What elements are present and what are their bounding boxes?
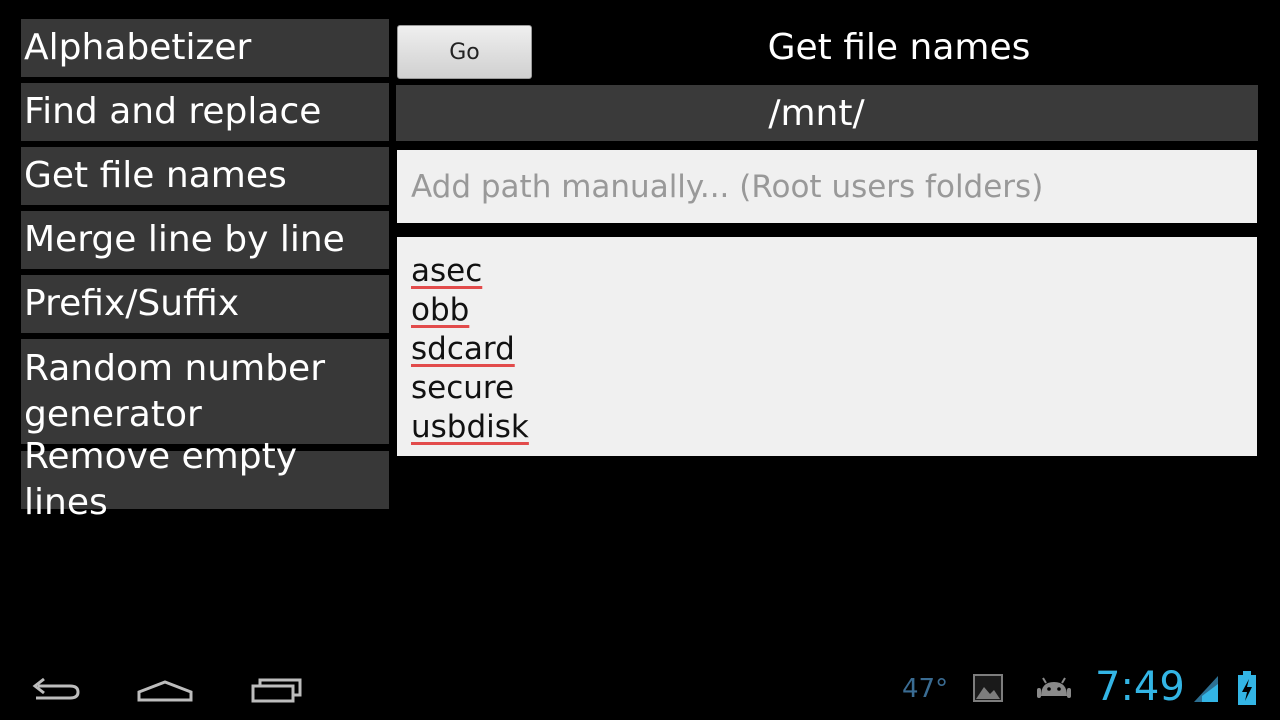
gallery-icon — [972, 672, 1004, 704]
android-icon — [1036, 674, 1072, 702]
menu-item-remove-empty-lines[interactable]: Remove empty lines — [21, 436, 389, 523]
list-item: asec — [411, 252, 482, 291]
page-title: Get file names — [767, 27, 1031, 68]
battery-charging-icon — [1236, 670, 1258, 706]
menu-item-label: Prefix/Suffix — [24, 283, 240, 324]
screen: Alphabetizer Find and replace Get file n… — [0, 0, 1280, 720]
current-path-label: /mnt/ — [768, 92, 865, 134]
menu-item-find-and-replace[interactable]: Find and replace — [21, 83, 389, 141]
menu-item-label: Alphabetizer — [24, 27, 252, 68]
menu-item-label: Remove empty lines — [24, 436, 298, 523]
menu-item-label: Get file names — [24, 155, 287, 196]
menu-item-get-file-names[interactable]: Get file names — [21, 147, 389, 205]
menu-item-merge-line-by-line[interactable]: Merge line by line — [21, 211, 389, 269]
file-name: usbdisk — [411, 409, 529, 445]
current-path-bar[interactable]: /mnt/ — [396, 85, 1258, 141]
file-name: asec — [411, 253, 483, 289]
file-names-output[interactable]: asec obb sdcard secure usbdisk — [397, 237, 1257, 456]
menu-item-prefix-suffix[interactable]: Prefix/Suffix — [21, 275, 389, 333]
list-item: sdcard — [411, 330, 515, 369]
list-item: usbdisk — [411, 408, 529, 447]
file-name: secure — [411, 370, 515, 406]
back-icon[interactable] — [22, 660, 88, 710]
system-bar — [0, 650, 1280, 720]
file-name: sdcard — [411, 331, 515, 367]
temperature-indicator: 47° — [902, 674, 949, 704]
menu-item-random-number-generator[interactable]: Random number generator — [21, 339, 389, 444]
file-name: obb — [411, 292, 470, 328]
menu-item-label: Find and replace — [24, 91, 322, 132]
go-button[interactable]: Go — [397, 25, 532, 79]
home-icon[interactable] — [133, 660, 197, 710]
list-item: secure — [411, 369, 514, 408]
path-input[interactable] — [397, 150, 1257, 223]
menu-item-label: Random number generator — [24, 347, 325, 435]
go-button-label: Go — [449, 39, 480, 65]
list-item: obb — [411, 291, 469, 330]
signal-icon — [1192, 672, 1220, 704]
menu-item-alphabetizer[interactable]: Alphabetizer — [21, 19, 389, 77]
clock: 7:49 — [1095, 664, 1185, 710]
menu-item-label: Merge line by line — [24, 219, 345, 260]
recent-apps-icon[interactable] — [245, 660, 309, 710]
